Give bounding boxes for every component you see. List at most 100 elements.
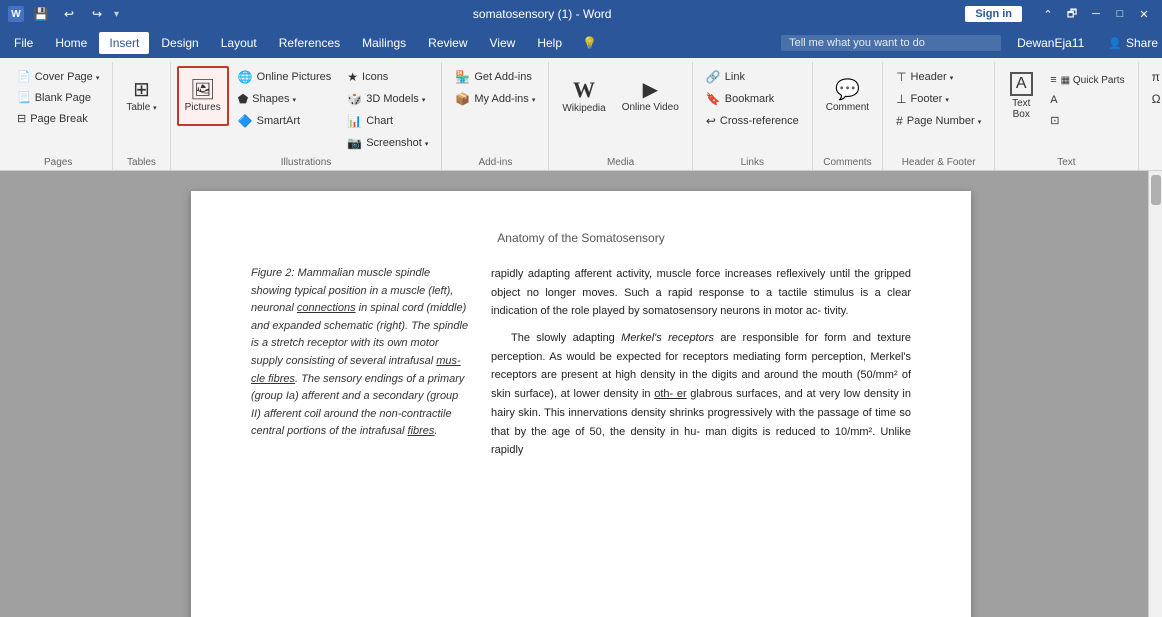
redo-button[interactable]: ↪ [86,3,108,25]
undo-button[interactable]: ↩ [58,3,80,25]
menu-view[interactable]: View [480,32,526,54]
close-button[interactable]: ✕ [1134,4,1154,24]
document-page: Anatomy of the Somatosensory Figure 2: M… [191,191,971,617]
table-button[interactable]: ⊞ Table ▾ [119,66,163,126]
online-video-icon: ▶ [643,80,658,100]
menu-review[interactable]: Review [418,32,477,54]
tables-label: Tables [119,154,163,170]
get-addins-button[interactable]: 🏪 Get Add-ins [448,66,542,88]
pictures-icon: 🖼 [190,80,215,100]
ribbon-collapse-button[interactable]: ⌃ [1038,4,1058,24]
menu-insert[interactable]: Insert [99,32,149,54]
bookmark-button[interactable]: 🔖 Bookmark [699,88,806,110]
share-button[interactable]: 👤 Share [1108,36,1158,50]
3d-models-icon: 🎲 [347,92,362,106]
title-bar-left: W 💾 ↩ ↪ ▾ [8,3,119,25]
sign-in-button[interactable]: Sign in [965,6,1022,22]
bookmark-icon: 🔖 [706,92,721,106]
cross-reference-button[interactable]: ↩ Cross-reference [699,110,806,132]
addins-buttons: 🏪 Get Add-ins 📦 My Add-ins ▾ [448,62,542,154]
minimize-button[interactable]: ─ [1086,4,1106,24]
link-icon: 🔗 [706,70,721,84]
ribbon-group-comments: 💬 Comment Comments [813,62,883,170]
text-box-icon: A [1010,72,1033,96]
blank-page-button[interactable]: 📃 Blank Page [10,87,106,108]
page-break-button[interactable]: ⊟ Page Break [10,108,106,129]
comment-button[interactable]: 💬 Comment [819,66,876,126]
restore-button[interactable]: 🗗 [1062,4,1082,24]
ribbon-group-media: W Wikipedia ▶ Online Video Media [549,62,692,170]
online-pictures-icon: 🌐 [238,70,253,84]
title-bar-controls: Sign in ⌃ 🗗 ─ □ ✕ [965,4,1154,24]
my-addins-icon: 📦 [455,92,470,106]
illustrations-label: Illustrations [177,154,436,170]
page-number-icon: # [896,114,903,128]
paragraph-1: rapidly adapting afferent activity, musc… [491,265,911,321]
shapes-button[interactable]: ⬟ Shapes ▾ [231,88,339,110]
word-icon: W [8,6,24,22]
document-area: Anatomy of the Somatosensory Figure 2: M… [0,171,1162,617]
equation-icon: π [1152,70,1160,84]
menu-bar: File Home Insert Design Layout Reference… [0,28,1162,58]
symbol-button[interactable]: Ω Symbol ▾ [1145,88,1162,110]
chart-icon: 📊 [347,114,362,128]
wikipedia-button[interactable]: W Wikipedia [555,66,612,126]
menu-design[interactable]: Design [151,32,208,54]
pages-buttons: 📄 Cover Page ▾ 📃 Blank Page ⊟ Page Break [10,62,106,154]
pages-label: Pages [10,154,106,170]
text-label: Text [1001,154,1131,170]
my-addins-button[interactable]: 📦 My Add-ins ▾ [448,88,542,110]
ribbon-group-header-footer: ⊤ Header ▾ ⊥ Footer ▾ # Page Number ▾ He… [883,62,995,170]
menu-home[interactable]: Home [45,32,97,54]
tables-buttons: ⊞ Table ▾ [119,62,163,154]
search-bar[interactable]: Tell me what you want to do [781,35,1001,51]
figure-caption: Figure 2: Mammalian muscle spindle showi… [251,265,471,441]
icons-icon: ★ [347,70,358,84]
maximize-button[interactable]: □ [1110,4,1130,24]
online-pictures-button[interactable]: 🌐 Online Pictures [231,66,339,88]
wordart-button[interactable]: A [1043,90,1131,110]
dropcap-icon: ⊡ [1050,114,1059,127]
quick-parts-button[interactable]: ≡ ▦ Quick Parts [1043,70,1131,90]
equation-button[interactable]: π Equation ▾ [1145,66,1162,88]
screenshot-icon: 📷 [347,136,362,150]
online-video-button[interactable]: ▶ Online Video [615,66,686,126]
header-button[interactable]: ⊤ Header ▾ [889,66,988,88]
text-box-button[interactable]: A TextBox [1001,66,1041,126]
menu-help[interactable]: Help [527,32,572,54]
illustrations-col1: 🌐 Online Pictures ⬟ Shapes ▾ 🔷 SmartArt [231,66,339,132]
pictures-button[interactable]: 🖼 Pictures [177,66,229,126]
header-footer-label: Header & Footer [889,154,988,170]
dropcap-button[interactable]: ⊡ [1043,110,1131,131]
scrollbar-thumb[interactable] [1151,175,1161,205]
smartart-icon: 🔷 [238,114,253,128]
menu-mailings[interactable]: Mailings [352,32,416,54]
table-icon: ⊞ [133,80,150,100]
header-icon: ⊤ [896,70,906,84]
main-text-section: rapidly adapting afferent activity, musc… [491,265,911,468]
illustrations-buttons: 🖼 Pictures 🌐 Online Pictures ⬟ Shapes ▾ … [177,62,436,154]
icons-button[interactable]: ★ Icons [340,66,435,88]
illustrations-col2: ★ Icons 🎲 3D Models ▾ 📊 Chart 📷 Screensh… [340,66,435,154]
page-number-button[interactable]: # Page Number ▾ [889,110,988,132]
user-name[interactable]: DewanEja11 [1007,32,1094,54]
save-button[interactable]: 💾 [30,3,52,25]
menu-file[interactable]: File [4,32,43,54]
document-title: Anatomy of the Somatosensory [251,231,911,245]
symbols-buttons: π Equation ▾ Ω Symbol ▾ [1145,62,1162,154]
link-button[interactable]: 🔗 Link [699,66,806,88]
cover-page-button[interactable]: 📄 Cover Page ▾ [10,66,106,87]
vertical-scrollbar[interactable] [1148,171,1162,617]
menu-layout[interactable]: Layout [211,32,267,54]
ribbon-group-addins: 🏪 Get Add-ins 📦 My Add-ins ▾ Add-ins [442,62,549,170]
chart-button[interactable]: 📊 Chart [340,110,435,132]
smartart-button[interactable]: 🔷 SmartArt [231,110,339,132]
cross-reference-icon: ↩ [706,114,716,128]
3d-models-button[interactable]: 🎲 3D Models ▾ [340,88,435,110]
ribbon-group-illustrations: 🖼 Pictures 🌐 Online Pictures ⬟ Shapes ▾ … [171,62,443,170]
header-footer-buttons: ⊤ Header ▾ ⊥ Footer ▾ # Page Number ▾ [889,62,988,154]
ribbon-group-links: 🔗 Link 🔖 Bookmark ↩ Cross-reference Link… [693,62,813,170]
menu-references[interactable]: References [269,32,350,54]
screenshot-button[interactable]: 📷 Screenshot ▾ [340,132,435,154]
footer-button[interactable]: ⊥ Footer ▾ [889,88,988,110]
